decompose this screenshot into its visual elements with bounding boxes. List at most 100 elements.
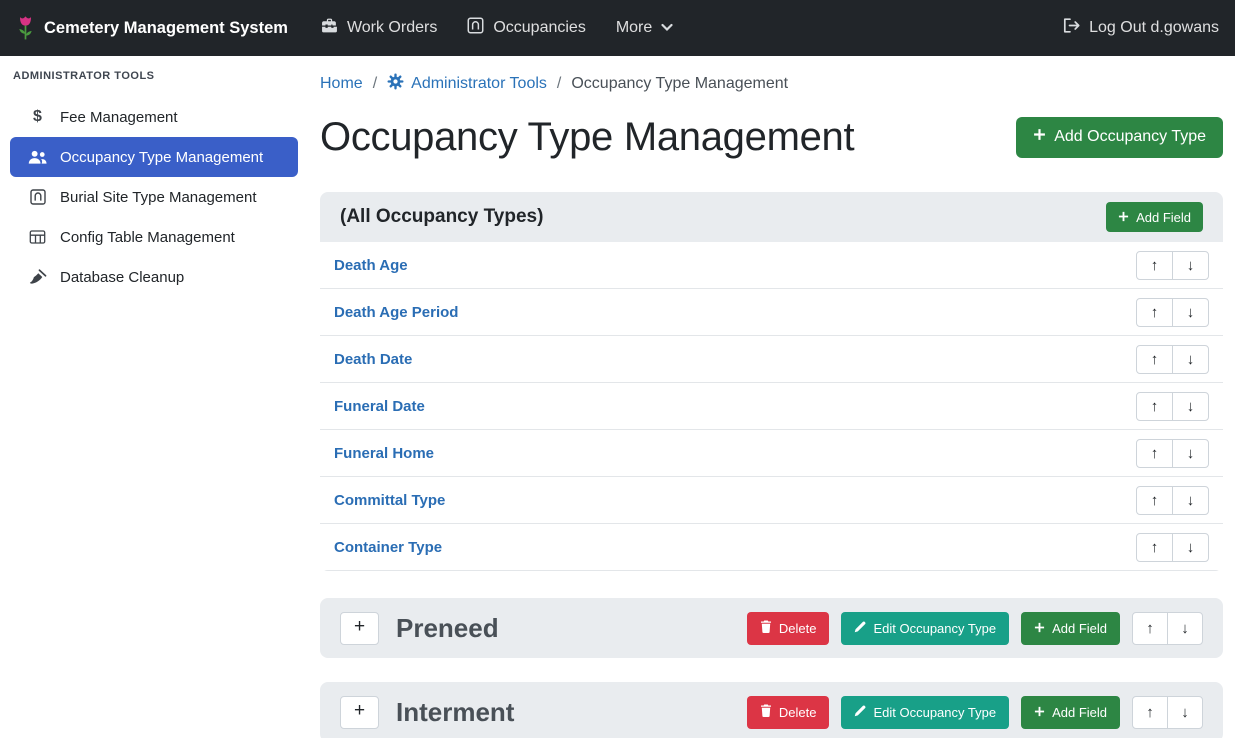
top-navbar: Cemetery Management System Work Orders O…: [0, 0, 1235, 56]
expand-button[interactable]: +: [340, 612, 379, 645]
add-field-button[interactable]: Add Field: [1106, 202, 1203, 232]
field-link-death-age-period[interactable]: Death Age Period: [334, 304, 458, 321]
move-up-button[interactable]: ↑: [1136, 439, 1173, 468]
nav-more[interactable]: More: [601, 0, 688, 56]
field-link-container-type[interactable]: Container Type: [334, 539, 442, 556]
breadcrumb-separator: /: [373, 75, 377, 93]
sidebar-item-label: Config Table Management: [60, 229, 235, 246]
sidebar-heading: ADMINISTRATOR TOOLS: [0, 70, 308, 82]
move-down-button[interactable]: ↓: [1172, 251, 1209, 280]
nav-occupancies[interactable]: Occupancies: [452, 0, 601, 56]
nav-work-orders[interactable]: Work Orders: [306, 0, 452, 56]
reorder-group: ↑ ↓: [1136, 439, 1209, 468]
expand-button[interactable]: +: [340, 696, 379, 729]
move-up-button[interactable]: ↑: [1136, 298, 1173, 327]
tulip-logo-icon: [16, 15, 35, 42]
delete-button[interactable]: Delete: [747, 696, 830, 729]
move-up-button[interactable]: ↑: [1136, 533, 1173, 562]
headstone-frame-icon: [467, 17, 484, 39]
breadcrumb-admin-tools-label: Administrator Tools: [411, 75, 547, 93]
sidebar-item-label: Burial Site Type Management: [60, 189, 257, 206]
section-header: + Interment Delete Edit Occupancy Type: [320, 682, 1223, 738]
section-title: Interment: [396, 697, 514, 728]
move-up-button[interactable]: ↑: [1132, 696, 1168, 729]
move-up-button[interactable]: ↑: [1136, 392, 1173, 421]
breadcrumb-admin-tools-link[interactable]: Administrator Tools: [387, 73, 547, 95]
sidebar-item-config-table-management[interactable]: Config Table Management: [10, 217, 298, 257]
occupancy-type-section-interment: + Interment Delete Edit Occupancy Type: [320, 682, 1223, 738]
add-field-label: Add Field: [1052, 705, 1107, 720]
add-occupancy-type-button[interactable]: Add Occupancy Type: [1016, 117, 1223, 158]
breadcrumb-separator: /: [557, 75, 561, 93]
occupancy-type-section-preneed: + Preneed Delete Edit Occupancy Type: [320, 598, 1223, 658]
field-row: Funeral Home ↑ ↓: [320, 430, 1223, 477]
trash-icon: [760, 704, 772, 720]
move-down-button[interactable]: ↓: [1172, 392, 1209, 421]
headstone-icon: [28, 189, 47, 205]
logout-link[interactable]: Log Out d.gowans: [1048, 0, 1219, 56]
card-title: (All Occupancy Types): [340, 206, 543, 228]
add-field-button[interactable]: Add Field: [1021, 612, 1120, 645]
section-actions: Delete Edit Occupancy Type Add Field: [747, 612, 1203, 645]
sidebar-item-occupancy-type-management[interactable]: Occupancy Type Management: [10, 137, 298, 177]
table-icon: [28, 229, 47, 245]
app-brand-link[interactable]: Cemetery Management System: [16, 15, 288, 42]
plus-icon: [1118, 210, 1129, 225]
breadcrumb-home-link[interactable]: Home: [320, 75, 363, 93]
reorder-group: ↑ ↓: [1136, 486, 1209, 515]
nav-occupancies-label: Occupancies: [493, 19, 586, 37]
reorder-group: ↑ ↓: [1136, 392, 1209, 421]
field-row: Committal Type ↑ ↓: [320, 477, 1223, 524]
field-link-death-age[interactable]: Death Age: [334, 257, 408, 274]
toolbox-icon: [321, 17, 338, 39]
chevron-down-icon: [661, 19, 673, 37]
edit-label: Edit Occupancy Type: [873, 705, 996, 720]
move-up-button[interactable]: ↑: [1136, 486, 1173, 515]
move-down-button[interactable]: ↓: [1172, 439, 1209, 468]
pencil-icon: [854, 705, 866, 720]
logout-icon: [1063, 18, 1080, 38]
field-row: Death Age ↑ ↓: [320, 242, 1223, 289]
sidebar-item-fee-management[interactable]: $ Fee Management: [10, 97, 298, 137]
field-row: Container Type ↑ ↓: [320, 524, 1223, 571]
field-row: Death Date ↑ ↓: [320, 336, 1223, 383]
delete-button[interactable]: Delete: [747, 612, 830, 645]
field-link-death-date[interactable]: Death Date: [334, 351, 412, 368]
all-occupancy-types-header: (All Occupancy Types) Add Field: [320, 192, 1223, 242]
sidebar-item-label: Occupancy Type Management: [60, 149, 263, 166]
section-actions: Delete Edit Occupancy Type Add Field: [747, 696, 1203, 729]
sidebar-item-label: Fee Management: [60, 109, 178, 126]
nav-more-label: More: [616, 19, 652, 37]
move-down-button[interactable]: ↓: [1172, 533, 1209, 562]
add-field-label: Add Field: [1136, 210, 1191, 225]
move-up-button[interactable]: ↑: [1132, 612, 1168, 645]
move-down-button[interactable]: ↓: [1172, 486, 1209, 515]
add-field-button[interactable]: Add Field: [1021, 696, 1120, 729]
page-header: Occupancy Type Management Add Occupancy …: [320, 109, 1223, 165]
field-row: Funeral Date ↑ ↓: [320, 383, 1223, 430]
nav-work-orders-label: Work Orders: [347, 19, 437, 37]
edit-occupancy-type-button[interactable]: Edit Occupancy Type: [841, 612, 1009, 645]
move-down-button[interactable]: ↓: [1167, 696, 1203, 729]
move-up-button[interactable]: ↑: [1136, 345, 1173, 374]
logout-label: Log Out d.gowans: [1089, 19, 1219, 37]
sidebar-item-burial-site-type-management[interactable]: Burial Site Type Management: [10, 177, 298, 217]
move-down-button[interactable]: ↓: [1172, 345, 1209, 374]
sidebar-item-label: Database Cleanup: [60, 269, 184, 286]
delete-label: Delete: [779, 621, 817, 636]
trash-icon: [760, 620, 772, 636]
move-down-button[interactable]: ↓: [1167, 612, 1203, 645]
plus-icon: [1033, 128, 1046, 146]
field-link-funeral-date[interactable]: Funeral Date: [334, 398, 425, 415]
move-down-button[interactable]: ↓: [1172, 298, 1209, 327]
field-link-funeral-home[interactable]: Funeral Home: [334, 445, 434, 462]
sidebar-item-database-cleanup[interactable]: Database Cleanup: [10, 257, 298, 297]
field-link-committal-type[interactable]: Committal Type: [334, 492, 445, 509]
plus-icon: [1034, 705, 1045, 720]
admin-sidebar: ADMINISTRATOR TOOLS $ Fee Management Occ…: [0, 56, 308, 738]
dollar-icon: $: [28, 108, 47, 126]
users-icon: [28, 150, 47, 165]
broom-icon: [28, 269, 47, 285]
edit-occupancy-type-button[interactable]: Edit Occupancy Type: [841, 696, 1009, 729]
move-up-button[interactable]: ↑: [1136, 251, 1173, 280]
